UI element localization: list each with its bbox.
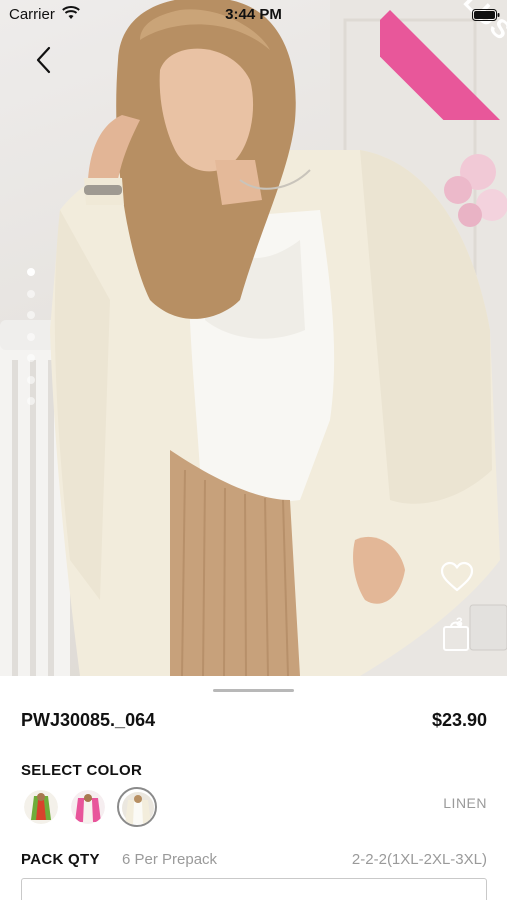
page-dot[interactable]	[27, 311, 35, 319]
wishlist-button[interactable]	[440, 561, 474, 593]
page-dot[interactable]	[27, 397, 35, 405]
battery-icon	[472, 8, 500, 26]
status-time: 3:44 PM	[225, 6, 282, 23]
size-range: 2-2-2(1XL-2XL-3XL)	[351, 851, 487, 868]
product-photo	[0, 0, 507, 676]
selected-color-name: LINEN	[443, 795, 487, 811]
cart-button[interactable]: 3	[440, 615, 474, 653]
page-dot[interactable]	[27, 354, 35, 362]
product-sku: PWJ30085._064	[21, 710, 156, 730]
quantity-stepper[interactable]	[21, 878, 487, 900]
pack-qty-value: 6 Per Prepack	[122, 851, 218, 868]
color-swatch-pink[interactable]	[71, 790, 105, 824]
page-dot[interactable]	[27, 375, 35, 384]
page-dot[interactable]	[27, 268, 35, 276]
select-color-label: SELECT COLOR	[21, 762, 143, 779]
product-image-carousel[interactable]: Carrier 3:44 PM PLUS+	[0, 0, 507, 676]
cart-count-badge: 3	[456, 615, 463, 629]
back-button[interactable]	[28, 44, 60, 76]
page-dot[interactable]	[27, 332, 35, 341]
color-swatch-linen[interactable]	[117, 787, 157, 827]
product-detail-sheet[interactable]: PWJ30085._064 $23.90 SELECT COLOR LINEN …	[0, 676, 507, 900]
page-dot[interactable]	[27, 289, 35, 298]
status-bar: Carrier 3:44 PM	[0, 0, 507, 28]
carousel-page-indicator[interactable]	[27, 268, 37, 419]
pack-qty-label: PACK QTY	[21, 851, 100, 868]
color-swatch-green[interactable]	[24, 790, 58, 824]
product-price: $23.90	[431, 710, 487, 730]
sheet-grabber-handle[interactable]	[213, 689, 294, 692]
chevron-left-icon	[36, 46, 51, 74]
heart-icon	[440, 561, 474, 592]
